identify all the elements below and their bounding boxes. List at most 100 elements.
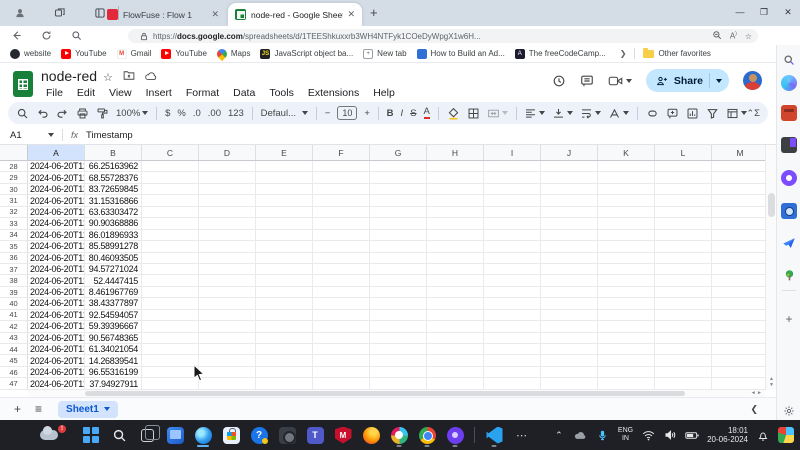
cell-E37[interactable]	[256, 264, 313, 275]
bookmark-item[interactable]: AThe freeCodeCamp...	[515, 49, 606, 59]
help-app-icon[interactable]: ?	[248, 422, 270, 448]
cell-K30[interactable]	[598, 184, 655, 195]
cell-M44[interactable]	[712, 344, 765, 355]
cell-L34[interactable]	[655, 230, 712, 241]
cell-B43[interactable]: 90.56748365	[85, 333, 142, 344]
cell-D29[interactable]	[199, 172, 256, 183]
cell-M39[interactable]	[712, 287, 765, 298]
borders-button[interactable]	[467, 107, 480, 120]
cell-I32[interactable]	[484, 207, 541, 218]
cell-F45[interactable]	[313, 355, 370, 366]
cell-J32[interactable]	[541, 207, 598, 218]
new-tab-button[interactable]: +	[370, 6, 378, 20]
cell-D42[interactable]	[199, 321, 256, 332]
cell-B31[interactable]: 31.15316866	[85, 195, 142, 206]
cell-I38[interactable]	[484, 275, 541, 286]
cell-G37[interactable]	[370, 264, 427, 275]
cell-H41[interactable]	[427, 310, 484, 321]
cell-F39[interactable]	[313, 287, 370, 298]
other-favorites[interactable]: Other favorites	[643, 49, 710, 58]
cell-C39[interactable]	[142, 287, 199, 298]
cell-E32[interactable]	[256, 207, 313, 218]
formula-input[interactable]: Timestamp	[86, 130, 133, 141]
bookmark-item[interactable]: website	[10, 49, 51, 59]
cell-D45[interactable]	[199, 355, 256, 366]
column-header-J[interactable]: J	[541, 145, 598, 160]
row-header-33[interactable]: 33	[0, 218, 28, 229]
cell-J35[interactable]	[541, 241, 598, 252]
cell-E39[interactable]	[256, 287, 313, 298]
cell-H37[interactable]	[427, 264, 484, 275]
sidebar-copilot-icon[interactable]	[781, 75, 797, 91]
cell-B32[interactable]: 63.63303472	[85, 207, 142, 218]
cell-L38[interactable]	[655, 275, 712, 286]
sidebar-discover-icon[interactable]	[781, 170, 797, 186]
cell-B47[interactable]: 37.94927911	[85, 378, 142, 389]
cell-B33[interactable]: 90.90368886	[85, 218, 142, 229]
cell-I31[interactable]	[484, 195, 541, 206]
cell-G36[interactable]	[370, 253, 427, 264]
column-header-C[interactable]: C	[142, 145, 199, 160]
cell-D32[interactable]	[199, 207, 256, 218]
cell-L35[interactable]	[655, 241, 712, 252]
cell-L30[interactable]	[655, 184, 712, 195]
cell-G33[interactable]	[370, 218, 427, 229]
increase-decimal-button[interactable]: .00	[208, 108, 221, 119]
cell-K28[interactable]	[598, 161, 655, 172]
cell-B42[interactable]: 59.39396667	[85, 321, 142, 332]
column-header-D[interactable]: D	[199, 145, 256, 160]
vscode-icon[interactable]	[483, 422, 505, 448]
cell-D28[interactable]	[199, 161, 256, 172]
cell-C33[interactable]	[142, 218, 199, 229]
cell-L47[interactable]	[655, 378, 712, 389]
cell-H46[interactable]	[427, 367, 484, 378]
cell-L44[interactable]	[655, 344, 712, 355]
bookmark-item[interactable]: +New tab	[363, 49, 406, 59]
cell-D31[interactable]	[199, 195, 256, 206]
cell-A28[interactable]: 2024-06-20T12:2	[28, 161, 85, 172]
cell-G43[interactable]	[370, 333, 427, 344]
cell-E42[interactable]	[256, 321, 313, 332]
sidebar-search-icon[interactable]	[781, 52, 797, 68]
italic-button[interactable]: I	[401, 108, 404, 119]
cell-C37[interactable]	[142, 264, 199, 275]
cell-M28[interactable]	[712, 161, 765, 172]
browser-tab-flowfuse[interactable]: FlowFuse : Flow 1 ✕	[100, 3, 226, 26]
row-header-38[interactable]: 38	[0, 275, 28, 286]
cell-H45[interactable]	[427, 355, 484, 366]
sidebar-tools-icon[interactable]	[781, 105, 797, 121]
all-sheets-icon[interactable]: ≡	[35, 402, 42, 416]
row-header-28[interactable]: 28	[0, 161, 28, 172]
cell-I41[interactable]	[484, 310, 541, 321]
cell-D41[interactable]	[199, 310, 256, 321]
cell-I47[interactable]	[484, 378, 541, 389]
cell-E43[interactable]	[256, 333, 313, 344]
bookmark-item[interactable]: YouTube	[161, 49, 206, 59]
cell-E30[interactable]	[256, 184, 313, 195]
address-bar[interactable]: https://docs.google.com/spreadsheets/d/1…	[128, 29, 758, 43]
cell-B39[interactable]: 8.461967769	[85, 287, 142, 298]
cell-B28[interactable]: 66.25163962	[85, 161, 142, 172]
cell-D37[interactable]	[199, 264, 256, 275]
cell-J43[interactable]	[541, 333, 598, 344]
cell-F46[interactable]	[313, 367, 370, 378]
microphone-icon[interactable]	[596, 428, 610, 442]
cell-K39[interactable]	[598, 287, 655, 298]
cell-D36[interactable]	[199, 253, 256, 264]
version-history-icon[interactable]	[552, 74, 566, 88]
cell-E35[interactable]	[256, 241, 313, 252]
cell-M30[interactable]	[712, 184, 765, 195]
microsoft-store-icon[interactable]	[220, 422, 242, 448]
volume-icon[interactable]	[663, 428, 677, 442]
back-icon[interactable]	[9, 29, 23, 43]
cell-G47[interactable]	[370, 378, 427, 389]
read-aloud-icon[interactable]: A)	[730, 31, 737, 41]
cell-H38[interactable]	[427, 275, 484, 286]
row-header-32[interactable]: 32	[0, 207, 28, 218]
cell-I28[interactable]	[484, 161, 541, 172]
slack-icon[interactable]	[388, 422, 410, 448]
cell-D33[interactable]	[199, 218, 256, 229]
cell-M32[interactable]	[712, 207, 765, 218]
sidebar-drop-icon[interactable]	[781, 235, 797, 251]
row-header-35[interactable]: 35	[0, 241, 28, 252]
